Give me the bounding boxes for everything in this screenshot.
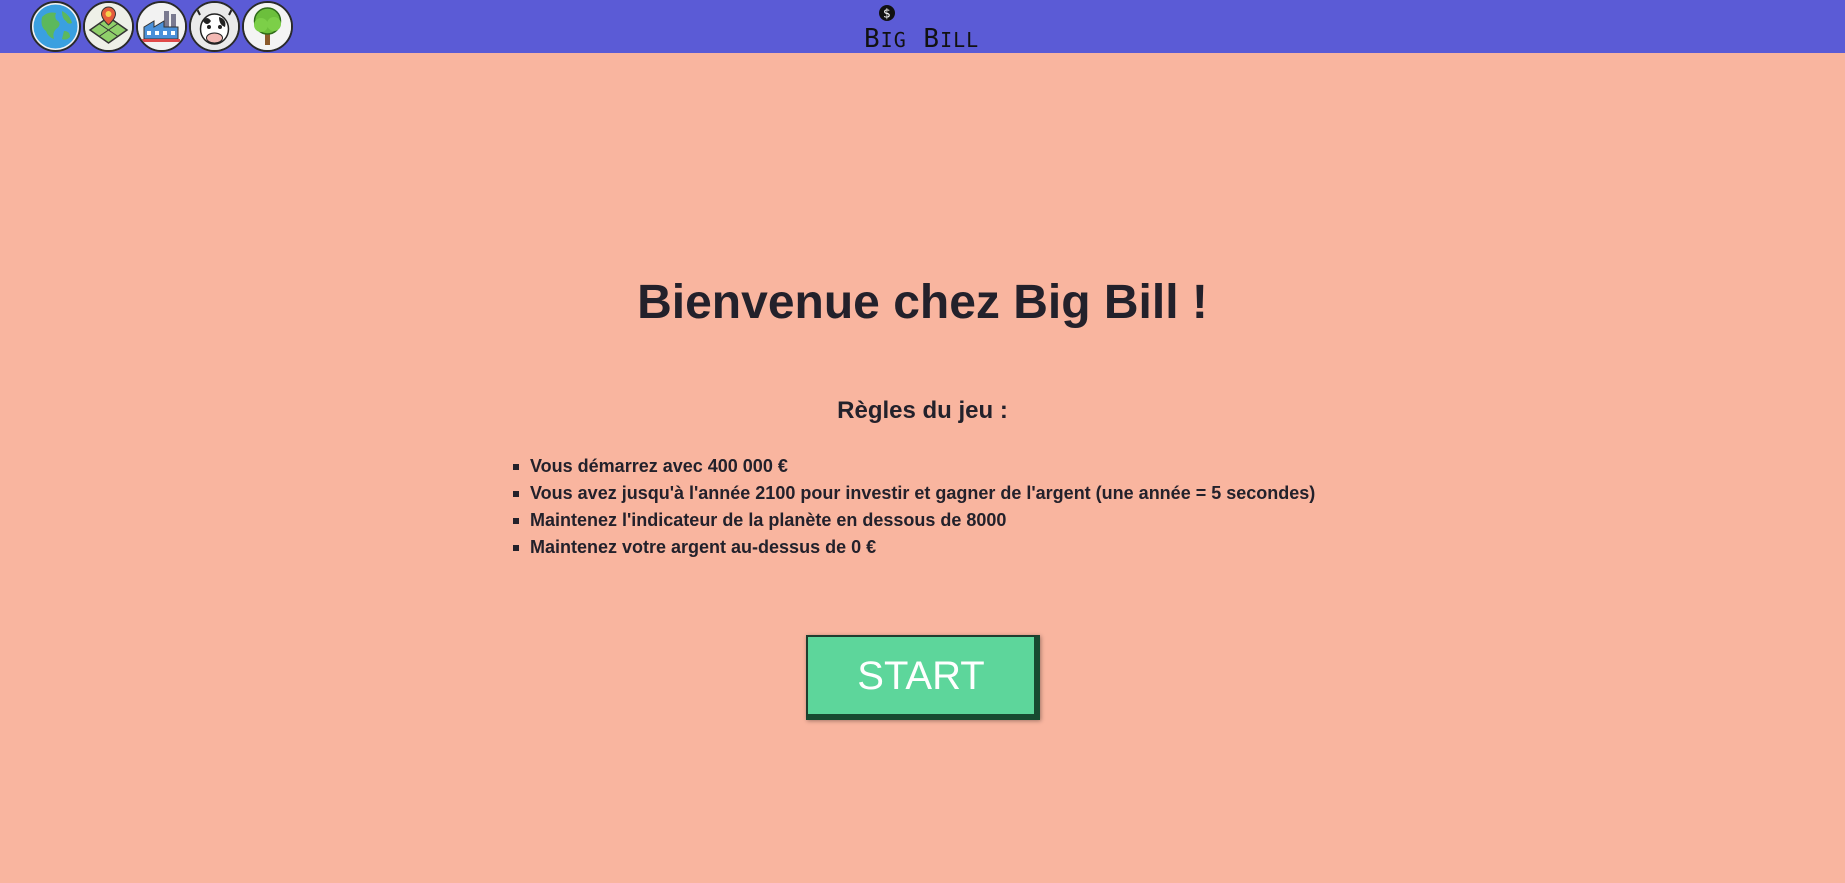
rule-item: Vous avez jusqu'à l'année 2100 pour inve… (512, 480, 1315, 507)
rule-item: Maintenez l'indicateur de la planète en … (512, 507, 1315, 534)
rules-heading: Règles du jeu : (837, 397, 1008, 424)
nav-icon-group (30, 1, 293, 52)
factory-icon[interactable] (136, 1, 187, 52)
cow-icon[interactable] (189, 1, 240, 52)
earth-globe-icon[interactable] (30, 1, 81, 52)
logo-text: BIG BILL (864, 24, 980, 54)
rules-list: Vous démarrez avec 400 000 € Vous avez j… (512, 453, 1315, 561)
dollar-coin-icon: $ (879, 5, 895, 21)
rule-item: Vous démarrez avec 400 000 € (512, 453, 1315, 480)
tree-icon[interactable] (242, 1, 293, 52)
land-map-icon[interactable] (83, 1, 134, 52)
top-bar: $ BIG BILL (0, 0, 1845, 53)
svg-text:$: $ (883, 7, 891, 21)
rule-item: Maintenez votre argent au-dessus de 0 € (512, 534, 1315, 561)
big-bill-logo: $ BIG BILL (864, 2, 980, 52)
start-button[interactable]: START (806, 635, 1040, 720)
welcome-title: Bienvenue chez Big Bill ! (637, 276, 1208, 329)
